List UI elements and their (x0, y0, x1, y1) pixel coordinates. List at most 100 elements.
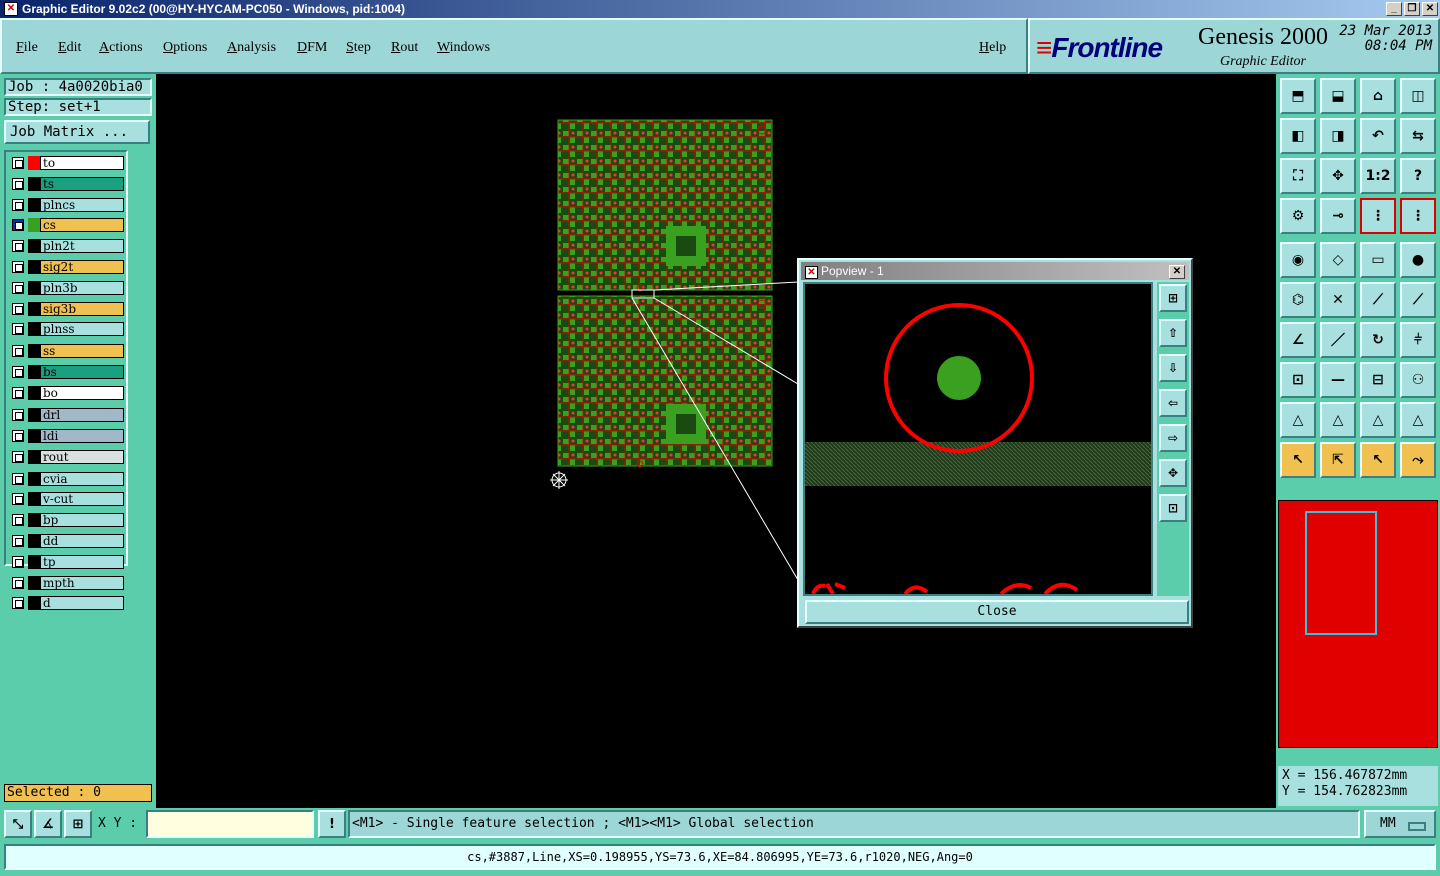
cross-icon[interactable]: ✕ (1320, 282, 1356, 318)
layer-checkbox[interactable] (12, 281, 24, 294)
close-window-button[interactable]: ✕ (1422, 2, 1438, 16)
layer-checkbox[interactable] (12, 302, 24, 315)
layer-name[interactable]: dd (40, 534, 124, 548)
layer-rout[interactable]: rout (10, 449, 126, 464)
layer-name[interactable]: rout (40, 449, 124, 464)
layer-checkbox[interactable] (12, 493, 24, 506)
popview-canvas[interactable] (803, 282, 1153, 596)
layer-checkbox[interactable] (12, 387, 24, 399)
layer-name[interactable]: cvia (40, 471, 124, 486)
info-icon[interactable]: ! (318, 810, 346, 838)
job-matrix-button[interactable]: Job Matrix ... (4, 120, 150, 144)
units-select[interactable]: MM (1364, 810, 1436, 838)
select-pad-icon[interactable]: ⊡ (1280, 362, 1316, 398)
layer-name[interactable]: ldi (40, 428, 124, 443)
layer-name[interactable]: pln3b (40, 280, 124, 295)
layer-plnss[interactable]: plnss (10, 322, 126, 337)
overview-viewport[interactable] (1305, 511, 1377, 635)
layer-checkbox[interactable] (12, 555, 24, 568)
layer-checkbox[interactable] (12, 514, 24, 527)
zoom-fit-icon[interactable]: ⛶ (1280, 158, 1316, 194)
layer-tp[interactable]: tp (10, 554, 126, 569)
layer-cs[interactable]: cs (10, 218, 126, 233)
layer-checkbox[interactable] (12, 450, 24, 463)
add-surface-icon[interactable]: ◇ (1320, 242, 1356, 278)
menu-rout[interactable]: Rout (391, 40, 418, 56)
popview-close-button[interactable]: Close (805, 600, 1189, 624)
layer-plncs[interactable]: plncs (10, 197, 126, 212)
triangle-b-icon[interactable]: △ (1320, 402, 1356, 438)
split-icon[interactable]: ⫩ (1400, 322, 1436, 358)
layer-name[interactable]: plncs (40, 197, 124, 212)
menu-file[interactable]: File (16, 40, 38, 56)
arc-icon[interactable]: ↻ (1360, 322, 1396, 358)
pointer-alt-icon[interactable]: ↖ (1360, 442, 1396, 478)
triangle-c-icon[interactable]: △ (1360, 402, 1396, 438)
line-icon[interactable]: ⟋ (1360, 282, 1396, 318)
layer-to[interactable]: to (10, 156, 126, 170)
layer-bo[interactable]: bo (10, 386, 126, 400)
overview-map[interactable] (1278, 500, 1438, 748)
layer-name[interactable]: ts (40, 176, 124, 191)
menu-dfm[interactable]: DFM (297, 40, 327, 56)
layer-name[interactable]: tp (40, 554, 124, 569)
zoom-right-icon[interactable]: ◨ (1320, 118, 1356, 154)
layer-name[interactable]: cs (40, 218, 124, 233)
restore-button[interactable]: ❐ (1404, 2, 1420, 16)
layer-checkbox[interactable] (12, 535, 24, 547)
layer-dd[interactable]: dd (10, 534, 126, 548)
layer-checkbox[interactable] (12, 576, 24, 589)
pointer-box-icon[interactable]: ⇱ (1320, 442, 1356, 478)
line-alt-icon[interactable]: ⟋ (1400, 282, 1436, 318)
layer-ldi[interactable]: ldi (10, 428, 126, 443)
layer-name[interactable]: v-cut (40, 492, 124, 507)
layer-checkbox[interactable] (12, 323, 24, 336)
layer-cvia[interactable]: cvia (10, 471, 126, 486)
layer-name[interactable]: drl (40, 408, 124, 422)
layer-name[interactable]: pln2t (40, 239, 124, 254)
layer-drl[interactable]: drl (10, 408, 126, 422)
layer-name[interactable]: mpth (40, 575, 124, 590)
scale-icon[interactable]: 1:2 (1360, 158, 1396, 194)
zoom-center-icon[interactable]: ✥ (1320, 158, 1356, 194)
open-step-icon[interactable]: ⬒ (1280, 78, 1316, 114)
zoom-fit-icon[interactable]: ✥ (1159, 459, 1187, 487)
popview-close-icon[interactable]: ✕ (1169, 265, 1185, 279)
pan-up-icon[interactable]: ⇧ (1159, 319, 1187, 347)
pan-right-icon[interactable]: ⇨ (1159, 424, 1187, 452)
layer-checkbox[interactable] (12, 198, 24, 211)
layer-name[interactable]: bp (40, 513, 124, 528)
layers-red-icon[interactable]: ⋮ (1360, 198, 1396, 234)
angle-icon[interactable]: ∠ (1280, 322, 1316, 358)
layer-checkbox[interactable] (12, 345, 24, 358)
layer-checkbox[interactable] (12, 261, 24, 273)
layer-name[interactable]: ss (40, 344, 124, 359)
measure-icon[interactable]: ⊸ (1320, 198, 1356, 234)
settings-icon[interactable]: ⚙ (1280, 198, 1316, 234)
layer-ss[interactable]: ss (10, 344, 126, 359)
zoom-out-icon[interactable]: ⊡ (1159, 494, 1187, 522)
angle-snap-icon[interactable]: ∡ (34, 810, 62, 838)
menu-step[interactable]: Step (346, 40, 371, 56)
layer-checkbox[interactable] (12, 366, 24, 379)
pan-down-icon[interactable]: ⇩ (1159, 354, 1187, 382)
zoom-left-icon[interactable]: ◧ (1280, 118, 1316, 154)
horizontal-line-icon[interactable]: — (1320, 362, 1356, 398)
layer-sig2t[interactable]: sig2t (10, 260, 126, 274)
zoom-in-icon[interactable]: ⊞ (1159, 284, 1187, 312)
layer-ts[interactable]: ts (10, 176, 126, 191)
layer-name[interactable]: sig2t (40, 260, 124, 274)
layer-checkbox[interactable] (12, 157, 24, 169)
home-icon[interactable]: ⌂ (1360, 78, 1396, 114)
minimize-button[interactable]: _ (1386, 2, 1402, 16)
route-icon[interactable]: ⤳ (1400, 442, 1436, 478)
layer-name[interactable]: to (40, 156, 124, 170)
pad-dot-icon[interactable]: ● (1400, 242, 1436, 278)
grid-icon[interactable]: ⊞ (64, 810, 92, 838)
layer-mpth[interactable]: mpth (10, 575, 126, 590)
menu-actions[interactable]: Actions (99, 40, 143, 56)
connect-icon[interactable]: ⌬ (1280, 282, 1316, 318)
layer-checkbox[interactable] (12, 409, 24, 421)
layer-bp[interactable]: bp (10, 513, 126, 528)
pointer-icon[interactable]: ↖ (1280, 442, 1316, 478)
